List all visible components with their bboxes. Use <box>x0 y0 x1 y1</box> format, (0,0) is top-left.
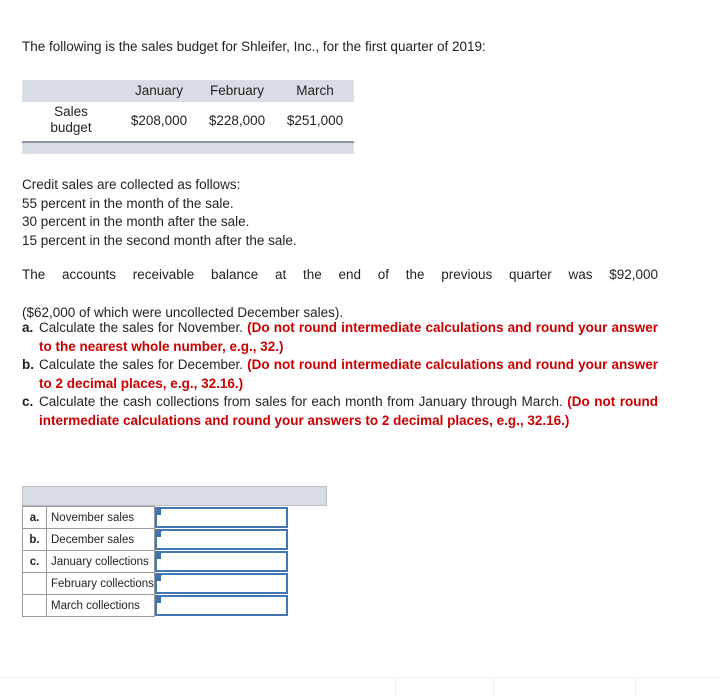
ar-paragraph-line1: The accounts receivable balance at the e… <box>22 267 658 282</box>
budget-col-january: January <box>120 80 198 102</box>
bottom-strip-cell-2 <box>396 678 494 696</box>
answer-input-cell-january-collections[interactable] <box>155 551 328 573</box>
requirement-c-marker: c. <box>22 394 34 409</box>
bottom-strip-cell-1 <box>0 678 396 696</box>
budget-value-february: $228,000 <box>208 112 266 128</box>
requirement-a: a. Calculate the sales for November. (Do … <box>22 319 658 356</box>
budget-data-row: Sales budget $208,000 $228,000 $251,000 <box>22 102 354 138</box>
table-row: c. January collections <box>22 550 328 573</box>
cell-marker-bar-icon <box>157 510 161 515</box>
answer-row-letter-blank-1 <box>22 572 47 595</box>
answer-row-letter-blank-2 <box>22 594 47 617</box>
question-page: The following is the sales budget for Sh… <box>0 0 720 696</box>
answer-input-cell-march-collections[interactable] <box>155 595 328 617</box>
intro-text: The following is the sales budget for Sh… <box>22 39 486 54</box>
collection-terms-heading: Credit sales are collected as follows: <box>22 177 241 192</box>
collection-term-month-of-sale: 55 percent in the month of the sale. <box>22 195 234 211</box>
bottom-strip-cell-4 <box>636 678 720 696</box>
requirement-c: c. Calculate the cash collections from sa… <box>22 393 658 430</box>
answer-row-label-january-collections: January collections <box>46 550 155 573</box>
answer-row-label-november-sales: November sales <box>46 506 155 529</box>
budget-row-label: Sales budget <box>22 102 120 138</box>
answer-input-cell-february-collections[interactable] <box>155 573 328 595</box>
budget-row-label-line2: budget <box>50 120 92 135</box>
answer-input-cell-december-sales[interactable] <box>155 529 328 551</box>
budget-table-footer-bar <box>22 141 354 154</box>
cell-marker-bar-icon <box>157 598 161 603</box>
collection-terms: Credit sales are collected as follows: 5… <box>22 176 662 250</box>
january-collections-input[interactable] <box>155 551 288 572</box>
sales-budget-table: January February March Sales budget $208… <box>22 80 354 138</box>
budget-value-march: $251,000 <box>286 112 344 128</box>
cell-marker-bar-icon <box>157 532 161 537</box>
answer-table-header <box>22 486 327 506</box>
november-sales-input[interactable] <box>155 507 288 528</box>
december-sales-input[interactable] <box>155 529 288 550</box>
budget-value-january: $208,000 <box>130 112 188 128</box>
budget-col-february: February <box>198 80 276 102</box>
answer-table: a. November sales b. December sales c. J… <box>22 506 328 617</box>
cell-marker-bar-icon <box>157 576 161 581</box>
march-collections-input[interactable] <box>155 595 288 616</box>
requirements-list: a. Calculate the sales for November. (Do … <box>22 319 658 430</box>
budget-header-row: January February March <box>22 80 354 102</box>
answer-row-letter-b: b. <box>22 528 47 551</box>
answer-row-letter-a: a. <box>22 506 47 529</box>
february-collections-input[interactable] <box>155 573 288 594</box>
bottom-strip-cell-3 <box>494 678 636 696</box>
requirement-b-text: Calculate the sales for December. <box>39 357 248 372</box>
collection-term-month-after-sale: 30 percent in the month after the sale. <box>22 214 250 229</box>
answer-row-label-february-collections: February collections <box>46 572 155 595</box>
requirement-b-marker: b. <box>22 357 34 372</box>
table-row: February collections <box>22 572 328 595</box>
answer-input-cell-november-sales[interactable] <box>155 507 328 529</box>
requirement-a-text: Calculate the sales for November. <box>39 320 248 335</box>
ar-paragraph-line2: ($62,000 of which were uncollected Decem… <box>22 305 344 320</box>
cell-marker-bar-icon <box>157 554 161 559</box>
accounts-receivable-paragraph: The accounts receivable balance at the e… <box>22 265 658 322</box>
table-row: b. December sales <box>22 528 328 551</box>
answer-row-label-december-sales: December sales <box>46 528 155 551</box>
budget-col-march: March <box>276 80 354 102</box>
collection-term-second-month-after-sale: 15 percent in the second month after the… <box>22 232 297 248</box>
answer-row-label-march-collections: March collections <box>46 594 155 617</box>
budget-row-label-line1: Sales <box>54 104 88 119</box>
answer-table-wrapper: a. November sales b. December sales c. J… <box>22 486 327 617</box>
requirement-a-marker: a. <box>22 320 34 335</box>
requirement-c-text: Calculate the cash collections from sale… <box>39 394 568 409</box>
bottom-strip <box>0 678 720 696</box>
table-row: March collections <box>22 594 328 617</box>
table-row: a. November sales <box>22 506 328 529</box>
requirement-b: b. Calculate the sales for December. (Do … <box>22 356 658 393</box>
answer-row-letter-c: c. <box>22 550 47 573</box>
budget-corner-cell <box>22 80 120 102</box>
